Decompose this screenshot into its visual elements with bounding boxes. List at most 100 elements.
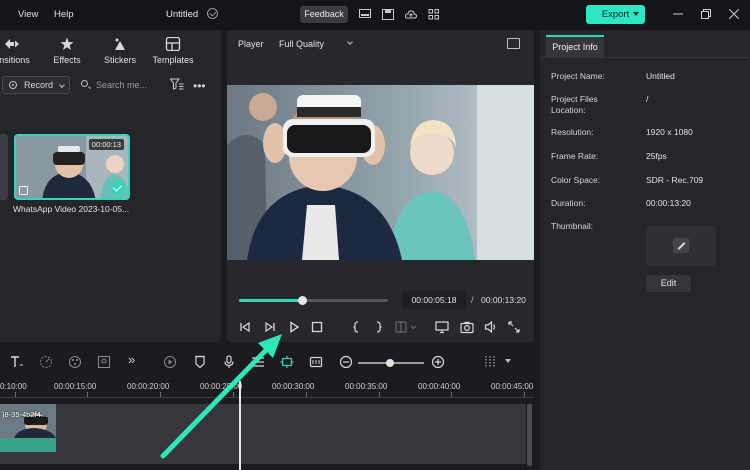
volume-icon[interactable] xyxy=(484,320,498,334)
ruler-tick xyxy=(306,392,307,397)
zoom-in-icon[interactable] xyxy=(431,355,445,369)
ruler-tick xyxy=(87,392,88,397)
ruler-label: 00:00:40:00 xyxy=(418,382,461,391)
clip-name: WhatsApp Video 2023-10-05... xyxy=(13,204,130,214)
close-icon[interactable] xyxy=(729,9,739,19)
marker-icon[interactable] xyxy=(193,355,207,369)
microphone-icon[interactable] xyxy=(222,355,236,369)
text-icon[interactable] xyxy=(10,355,24,369)
fullscreen-icon[interactable] xyxy=(507,320,521,334)
play-icon[interactable] xyxy=(287,320,301,334)
apps-grid-icon[interactable] xyxy=(428,9,440,20)
tab-label: Stickers xyxy=(103,55,136,65)
layout-icon[interactable] xyxy=(359,9,371,20)
project-location-value: / xyxy=(646,94,649,104)
preview-render-icon[interactable] xyxy=(309,355,323,369)
audio-mixer-icon[interactable] xyxy=(251,355,265,369)
ruler-tick xyxy=(524,392,525,397)
thumbnail-label: Thumbnail: xyxy=(551,221,594,231)
progress-fill xyxy=(239,299,302,302)
ruler-label: 0:10:00 xyxy=(0,382,27,391)
next-frame-icon[interactable] xyxy=(263,320,277,334)
auto-highlight-icon[interactable] xyxy=(163,355,177,369)
ai-snap-icon[interactable] xyxy=(280,355,294,369)
tab-label: Effects xyxy=(53,55,81,65)
ruler-label: 00:00:35:00 xyxy=(345,382,388,391)
frame-rate-value: 25fps xyxy=(646,151,667,161)
ai-portrait-icon[interactable] xyxy=(97,355,111,369)
tab-transitions[interactable]: ansitions xyxy=(0,30,42,70)
color-space-label: Color Space: xyxy=(551,175,601,185)
edit-thumbnail-button[interactable]: Edit xyxy=(646,275,691,292)
search-input[interactable]: Search me... xyxy=(78,76,158,94)
progress-handle[interactable] xyxy=(297,296,307,305)
ruler-tick xyxy=(451,392,452,397)
ruler-tick xyxy=(15,392,16,397)
audio-waveform-bar xyxy=(0,438,56,452)
media-clip-thumbnail[interactable]: 00:00:13 xyxy=(14,134,130,200)
templates-icon xyxy=(165,37,181,51)
stop-icon[interactable] xyxy=(310,320,324,334)
speed-icon[interactable] xyxy=(39,355,53,369)
saved-status-icon xyxy=(207,8,218,19)
project-info-panel: Project Info Project Name: Untitled Proj… xyxy=(540,30,750,470)
search-placeholder: Search me... xyxy=(96,80,148,90)
display-settings-icon[interactable] xyxy=(435,320,449,334)
ruler-label: 00:00:20:00 xyxy=(127,382,170,391)
chevron-down-icon[interactable] xyxy=(347,39,353,45)
selected-check-icon xyxy=(111,181,125,195)
tab-stickers[interactable]: Stickers xyxy=(90,30,150,70)
previous-clip-thumbnail[interactable] xyxy=(0,134,8,200)
filter-icon[interactable] xyxy=(170,78,184,90)
layout-grid-icon[interactable] xyxy=(484,355,498,369)
project-name-value: Untitled xyxy=(646,71,675,81)
menu-view[interactable]: View xyxy=(18,9,38,20)
ruler-label: 00:00:25:00 xyxy=(200,382,243,391)
tab-effects[interactable]: Effects xyxy=(37,30,97,70)
library-tabs: ansitions Effects Stickers Templates xyxy=(0,30,221,70)
player-label: Player xyxy=(238,39,264,49)
save-icon[interactable] xyxy=(382,9,394,20)
minimize-icon[interactable] xyxy=(673,9,683,19)
camera-snapshot-icon[interactable] xyxy=(460,320,474,334)
cloud-upload-icon[interactable] xyxy=(405,9,417,20)
timeline-scrollbar[interactable] xyxy=(527,404,532,466)
mark-in-icon[interactable] xyxy=(349,320,363,334)
zoom-slider-handle[interactable] xyxy=(386,359,394,367)
restore-icon[interactable] xyxy=(701,9,711,19)
resolution-value: 1920 x 1080 xyxy=(646,127,693,137)
tab-label: ansitions xyxy=(0,55,30,65)
current-time-field[interactable]: 00:00:05:18 xyxy=(402,291,466,309)
timeline-ruler[interactable]: 0:10:00 00:00:15:00 00:00:20:00 00:00:25… xyxy=(0,378,534,398)
insert-clip-icon[interactable] xyxy=(395,320,419,334)
edit-pencil-icon[interactable] xyxy=(673,238,689,253)
zoom-slider[interactable] xyxy=(358,359,424,367)
color-icon[interactable] xyxy=(68,355,82,369)
snapshot-view-icon[interactable] xyxy=(507,38,520,49)
record-dropdown[interactable]: Record xyxy=(2,76,70,94)
zoom-out-icon[interactable] xyxy=(339,355,353,369)
mark-out-icon[interactable] xyxy=(372,320,386,334)
tab-project-info[interactable]: Project Info xyxy=(546,35,604,58)
quality-dropdown[interactable]: Full Quality xyxy=(279,39,324,49)
playhead[interactable] xyxy=(239,381,241,470)
tab-templates[interactable]: Templates xyxy=(143,30,203,70)
menu-help[interactable]: Help xyxy=(54,9,74,20)
video-type-icon xyxy=(19,186,28,195)
record-icon xyxy=(9,81,17,89)
ruler-tick xyxy=(160,392,161,397)
feedback-button[interactable]: Feedback xyxy=(300,6,348,23)
timeline-clip-name: )8-35-4b2f4... xyxy=(2,410,48,419)
more-options-icon[interactable]: ••• xyxy=(193,79,206,93)
playback-progress-bar[interactable] xyxy=(239,296,388,305)
previous-frame-icon[interactable] xyxy=(238,320,252,334)
timeline-clip[interactable]: )8-35-4b2f4... xyxy=(0,404,56,452)
export-button[interactable]: Export xyxy=(586,5,645,24)
more-tools-icon[interactable]: » xyxy=(128,352,142,367)
media-library-panel: ansitions Effects Stickers Templates Rec… xyxy=(0,30,221,342)
chevron-down-icon[interactable] xyxy=(505,359,511,366)
video-frame-image xyxy=(227,85,534,260)
thumbnail-preview[interactable] xyxy=(646,226,716,266)
ruler-label: 00:00:15:00 xyxy=(54,382,97,391)
video-track[interactable] xyxy=(0,404,526,464)
